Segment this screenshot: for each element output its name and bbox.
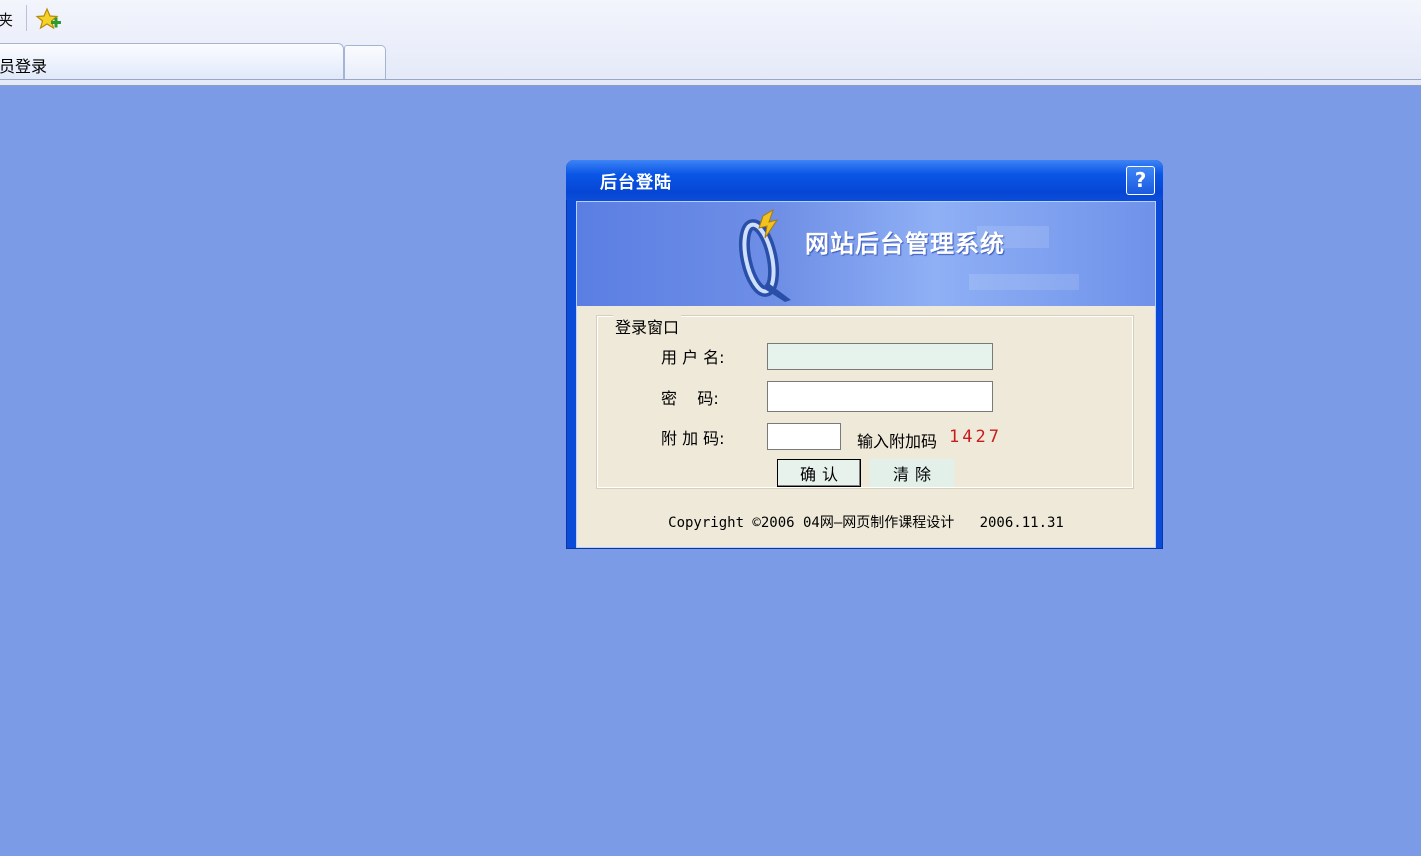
logo-icon <box>738 208 791 302</box>
banner-title: 网站后台管理系统 <box>805 229 1005 258</box>
favorites-star-icon[interactable] <box>35 6 63 34</box>
verification-code: 1427 <box>949 427 1002 447</box>
password-input[interactable] <box>767 381 993 412</box>
login-window: 后台登陆 ? 网站后台管理系统 登录窗口 用 户 名: 密 码: 附 加 码: … <box>566 160 1163 549</box>
banner-decoration <box>977 226 1049 248</box>
code-input[interactable] <box>767 423 841 450</box>
window-titlebar: 后台登陆 ? <box>566 160 1163 200</box>
favorites-bar: 夹 <box>0 0 1421 40</box>
login-legend: 登录窗口 <box>613 314 682 338</box>
password-label: 密 码: <box>661 389 719 408</box>
browser-chrome: 夹 员登录 <box>0 0 1421 86</box>
username-label: 用 户 名: <box>661 348 725 367</box>
confirm-button[interactable]: 确认 <box>777 459 861 487</box>
new-tab-button[interactable] <box>344 45 386 79</box>
window-client-area: 网站后台管理系统 登录窗口 用 户 名: 密 码: 附 加 码: 输入附加码 1… <box>576 201 1156 548</box>
tab-strip-divider <box>0 79 1421 80</box>
banner: 网站后台管理系统 <box>577 202 1155 306</box>
clear-button[interactable]: 清除 <box>870 459 954 487</box>
copyright-text: Copyright ©2006 04网—网页制作课程设计 2006.11.31 <box>668 515 1064 531</box>
tab-login[interactable]: 员登录 <box>0 43 344 80</box>
tab-strip: 员登录 <box>0 41 1421 85</box>
code-hint: 输入附加码 <box>857 432 938 451</box>
tab-title: 员登录 <box>0 57 48 76</box>
banner-decoration <box>969 274 1079 290</box>
favorites-label[interactable]: 夹 <box>0 9 13 30</box>
toolbar-separator <box>26 5 27 31</box>
username-input[interactable] <box>767 343 993 370</box>
help-button[interactable]: ? <box>1126 166 1155 195</box>
code-label: 附 加 码: <box>661 429 725 448</box>
window-title: 后台登陆 <box>600 173 672 193</box>
